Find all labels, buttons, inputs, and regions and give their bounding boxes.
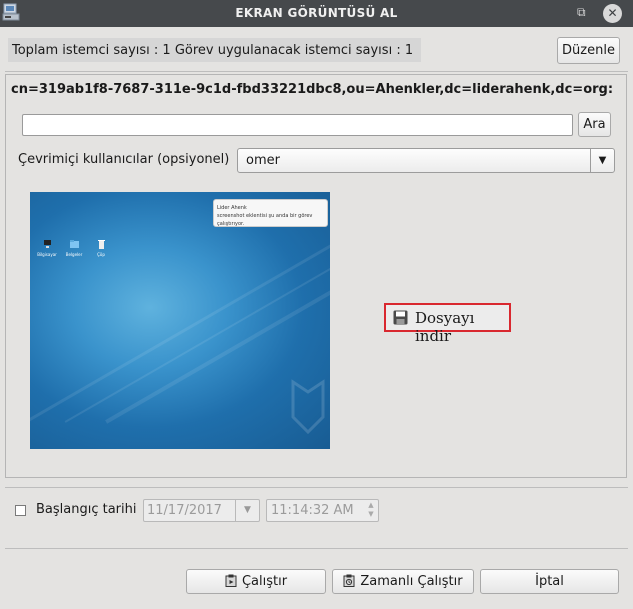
- divider: [5, 548, 628, 549]
- start-date-label: Başlangıç tarihi: [36, 502, 137, 517]
- online-users-value: omer: [246, 153, 280, 168]
- start-date-field[interactable]: 11/17/2017 ▼: [143, 499, 260, 522]
- search-button[interactable]: Ara: [578, 112, 611, 137]
- desktop-icon-computer: Bilgisayar: [35, 239, 59, 257]
- trash-icon: [97, 240, 105, 249]
- run-label: Çalıştır: [241, 574, 288, 589]
- notification-title: Lider Ahenk: [217, 205, 247, 211]
- wallpaper-logo-icon: [291, 379, 325, 435]
- chevron-down-icon[interactable]: ▼: [590, 149, 614, 172]
- desktop-icon-trash: Çöp: [89, 239, 113, 257]
- target-dn: cn=319ab1f8-7687-311e-9c1d-fbd33221dbc8,…: [11, 82, 614, 97]
- restore-icon[interactable]: ⧉: [577, 5, 586, 20]
- divider: [5, 487, 628, 488]
- spinner-icon[interactable]: ▲ ▼: [366, 501, 376, 519]
- title-bar: EKRAN GÖRÜNTÜSÜ AL ⧉ ✕: [0, 0, 633, 27]
- start-time-value: 11:14:32 AM: [271, 503, 354, 518]
- divider: [5, 71, 628, 72]
- folder-icon: [69, 240, 79, 248]
- client-count-text: Toplam istemci sayısı : 1 Görev uygulana…: [12, 43, 414, 58]
- scheduled-run-button[interactable]: Zamanlı Çalıştır: [332, 569, 474, 594]
- edit-button[interactable]: Düzenle: [557, 37, 620, 64]
- online-users-label: Çevrimiçi kullanıcılar (opsiyonel): [18, 152, 230, 167]
- clipboard-play-icon: [225, 574, 237, 587]
- scheduled-run-label: Zamanlı Çalıştır: [360, 574, 463, 589]
- close-icon[interactable]: ✕: [603, 4, 622, 23]
- clipboard-clock-icon: [343, 574, 355, 587]
- download-label: Dosyayı indir: [415, 309, 475, 345]
- run-button[interactable]: Çalıştır: [186, 569, 326, 594]
- notification-body: screenshot eklentisi şu anda bir görev ç…: [217, 213, 313, 227]
- computer-icon: [43, 240, 51, 248]
- download-button[interactable]: Dosyayı indir: [384, 303, 511, 345]
- desktop-icon-label: Bilgisayar: [37, 252, 57, 257]
- chevron-down-icon[interactable]: ▼: [235, 500, 259, 521]
- start-time-field[interactable]: 11:14:32 AM ▲ ▼: [266, 499, 379, 522]
- screenshot-preview: Lider Ahenk screenshot eklentisi şu anda…: [30, 192, 330, 449]
- start-date-checkbox[interactable]: [15, 505, 26, 516]
- online-users-select[interactable]: omer ▼: [237, 148, 615, 173]
- desktop-icon-label: Belgeler: [65, 252, 83, 257]
- desktop-notification: Lider Ahenk screenshot eklentisi şu anda…: [213, 199, 328, 227]
- wallpaper-streak: [30, 240, 330, 424]
- floppy-disk-icon: [393, 310, 408, 325]
- start-date-value: 11/17/2017: [147, 503, 222, 518]
- desktop-icon-label: Çöp: [97, 252, 105, 257]
- search-input[interactable]: [22, 114, 573, 136]
- cancel-button[interactable]: İptal: [480, 569, 619, 594]
- desktop-icon-documents: Belgeler: [62, 239, 86, 257]
- window-title: EKRAN GÖRÜNTÜSÜ AL: [235, 6, 398, 20]
